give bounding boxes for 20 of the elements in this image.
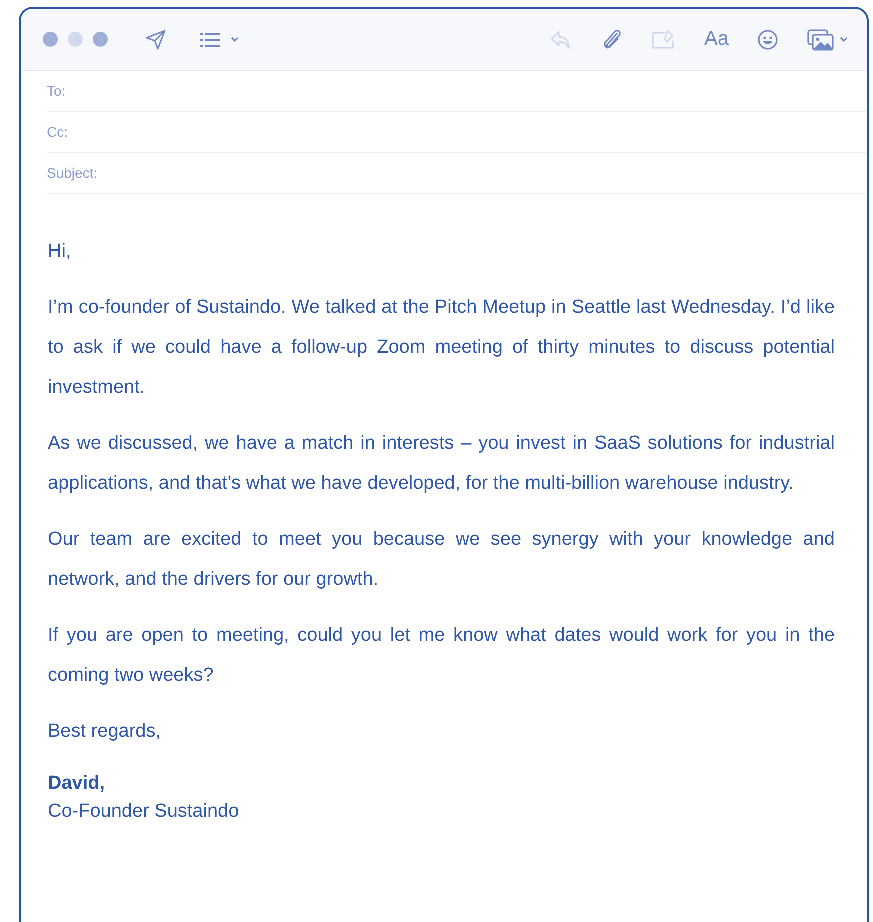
zoom-button[interactable] [93,32,108,47]
header-field[interactable]: Subject: [47,153,867,194]
header-field[interactable]: To: [47,71,867,112]
header-field[interactable]: Cc: [47,112,867,153]
greeting-text: Hi, [48,240,72,264]
body-paragraph: If you are open to meeting, could you let me know what dates would work for you in the coming two weeks? [48,624,835,688]
closing-text: Best regards, [48,720,162,744]
format-button[interactable]: Aa [700,24,733,55]
markup-icon [650,28,677,50]
photos-icon [807,28,835,50]
send-icon [144,28,168,52]
smiley-icon [757,28,779,50]
body-paragraph: I’m co-founder of Sustaindo. We talked at the Pitch Meetup in Seattle last Wednesday. I’d like to ask if we could have a follow-up Zoom meeting of thirty minutes to discuss potential investment. [48,296,835,400]
caret-icon [839,36,849,44]
signature-name: David, [48,772,106,796]
caret-icon [230,36,240,44]
signature-title: Co-Founder Sustaindo [48,800,240,824]
body-paragraph: Our team are excited to meet you because we see synergy with your knowledge and network, and the drivers for our growth. [48,528,835,592]
close-button[interactable] [43,32,58,47]
body-paragraph: As we discussed, we have a match in interests – you invest in SaaS solutions for industrial applications, and that’s what we have developed, for the multi-billion warehouse industry. [48,432,835,496]
